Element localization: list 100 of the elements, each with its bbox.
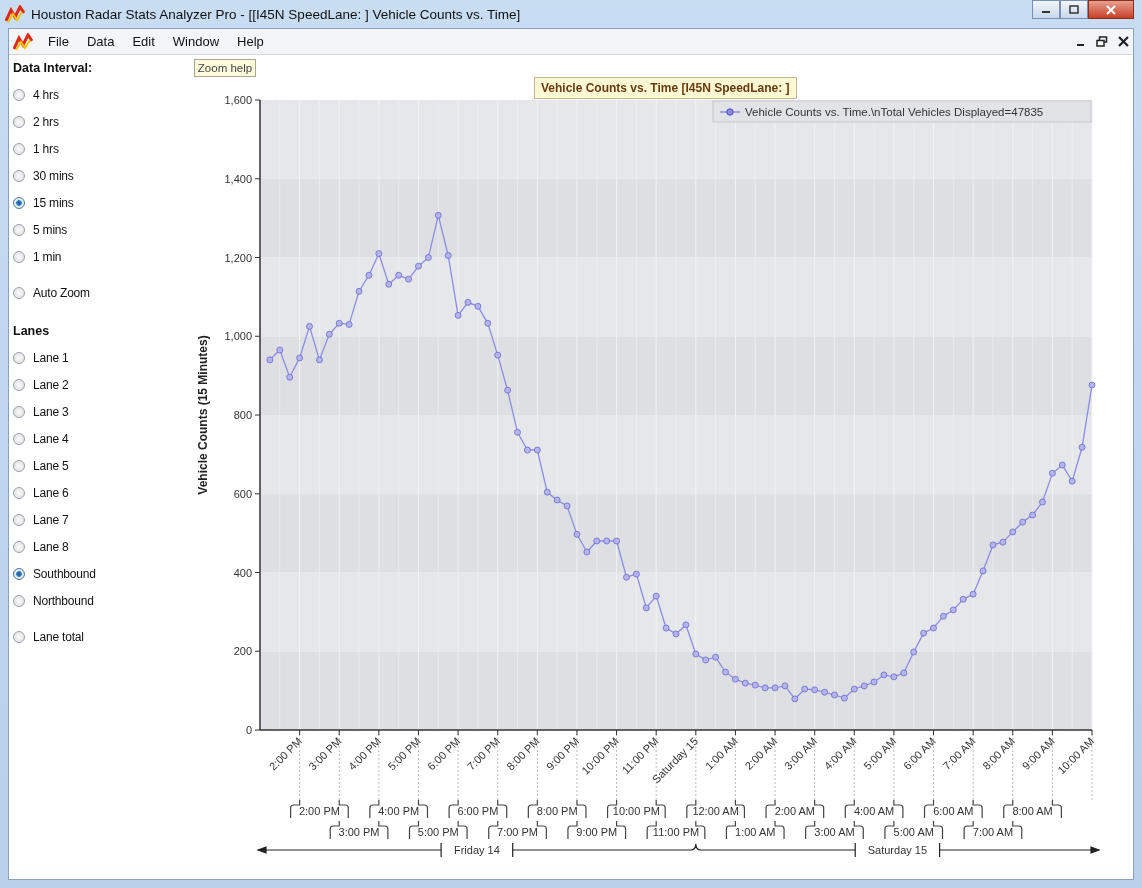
radio-label[interactable]: 2 hrs — [33, 114, 59, 129]
bracket-mark — [1003, 799, 1062, 819]
data-point — [375, 250, 383, 257]
radio-button[interactable] — [13, 142, 25, 155]
data-point — [524, 446, 531, 454]
data-point — [712, 653, 719, 661]
day-label: Friday 14 — [454, 844, 500, 856]
maximize-button[interactable] — [1060, 0, 1088, 19]
radio-label[interactable]: Lane 6 — [33, 485, 69, 500]
bracket-mark — [686, 799, 746, 819]
bracket-mark — [765, 799, 825, 819]
data-point — [771, 684, 779, 692]
y-tick-label: 1,400 — [224, 172, 252, 185]
bracket-time-label: 7:00 AM — [972, 826, 1014, 838]
data-point — [385, 280, 393, 288]
radio-button[interactable] — [13, 405, 25, 418]
x-tick-label: 8:00 PM — [504, 734, 542, 773]
radio-label[interactable]: Lane 8 — [33, 539, 69, 554]
legend-label: Vehicle Counts vs. Time.\nTotal Vehicles Displayed=47835 — [745, 106, 1044, 118]
window-title: Houston Radar Stats Analyzer Pro - [[I45N SpeedLane: ] Vehicle Counts vs. Time] — [31, 6, 521, 22]
radio-button[interactable] — [13, 486, 25, 499]
radio-button[interactable] — [13, 540, 25, 553]
radio-button[interactable] — [13, 351, 25, 364]
radio-button[interactable] — [13, 513, 25, 526]
minimize-button[interactable] — [1032, 0, 1060, 19]
legend-line-icon — [719, 108, 741, 116]
bracket-time-label: 4:00 PM — [378, 805, 420, 817]
radio-label[interactable]: Auto Zoom — [33, 285, 90, 300]
menu-item[interactable]: Help — [228, 32, 273, 51]
x-tick-label: 4:00 PM — [345, 734, 384, 773]
radio-button[interactable] — [13, 169, 25, 182]
data-point — [989, 541, 997, 549]
section-heading: Lanes — [13, 324, 51, 338]
radio-label[interactable]: 30 mins — [33, 168, 74, 183]
bracket-mark — [805, 820, 864, 840]
y-axis-title: Vehicle Counts (15 Minutes) — [196, 335, 210, 495]
bracket-mark — [963, 820, 1023, 840]
radio-button[interactable] — [13, 459, 25, 472]
data-point — [325, 330, 333, 338]
tooltip: Zoom help — [194, 59, 256, 77]
y-tick-label: 400 — [233, 566, 252, 579]
radio-button[interactable] — [13, 115, 25, 128]
bracket-mark — [884, 820, 944, 840]
menu-item[interactable]: File — [39, 32, 78, 51]
radio-label[interactable]: Southbound — [33, 566, 96, 581]
data-point — [425, 254, 432, 261]
bracket-time-label: 1:00 AM — [735, 826, 776, 838]
data-point — [1088, 381, 1096, 389]
data-point — [920, 629, 927, 637]
radio-label[interactable]: 1 hrs — [33, 141, 59, 156]
bracket-time-label: 2:00 PM — [298, 805, 340, 817]
radio-label[interactable]: Lane total — [33, 629, 84, 644]
radio-label[interactable]: Lane 3 — [33, 404, 69, 419]
radio-label[interactable]: Lane 4 — [33, 431, 69, 446]
bracket-time-label: 11:00 PM — [652, 826, 700, 838]
radio-button[interactable] — [13, 630, 25, 643]
data-point — [860, 682, 868, 690]
radio-label[interactable]: Lane 5 — [33, 458, 69, 473]
x-tick-label: 7:00 PM — [464, 734, 503, 773]
radio-label[interactable]: Lane 2 — [33, 377, 69, 392]
zigzag-logo-icon — [5, 5, 25, 23]
radio-label[interactable]: 5 mins — [33, 222, 68, 237]
data-point — [593, 537, 601, 545]
data-point — [345, 321, 353, 328]
data-point — [464, 299, 472, 306]
data-point — [583, 548, 591, 556]
data-point — [821, 688, 828, 696]
radio-button[interactable] — [13, 196, 25, 209]
radio-label[interactable]: 4 hrs — [33, 87, 59, 102]
data-point — [940, 612, 947, 620]
close-icon[interactable] — [1118, 36, 1129, 47]
bracket-time-label: 3:00 AM — [814, 826, 855, 838]
menu-item[interactable]: Data — [77, 32, 124, 51]
radio-button[interactable] — [13, 223, 25, 236]
radio-button[interactable] — [13, 567, 25, 580]
data-point — [335, 319, 343, 327]
radio-button[interactable] — [13, 594, 25, 607]
radio-button[interactable] — [13, 88, 25, 101]
restore-icon[interactable] — [1096, 36, 1108, 47]
menu-item[interactable]: Window — [163, 32, 229, 51]
bracket-mark — [725, 820, 785, 840]
radio-button[interactable] — [13, 378, 25, 391]
radio-button[interactable] — [13, 250, 25, 263]
data-point — [613, 537, 620, 545]
bracket-time-label: 8:00 PM — [536, 805, 578, 817]
bracket-mark — [369, 799, 429, 819]
radio-label[interactable]: Northbound — [33, 593, 94, 608]
close-button[interactable] — [1088, 0, 1134, 19]
radio-label[interactable]: 1 min — [33, 249, 62, 264]
radio-label[interactable]: 15 mins — [33, 195, 74, 210]
radio-button[interactable] — [13, 286, 25, 299]
menu-item[interactable]: Edit — [123, 32, 164, 51]
data-point — [454, 312, 462, 319]
data-point — [573, 530, 581, 538]
radio-button[interactable] — [13, 432, 25, 445]
radio-label[interactable]: Lane 1 — [33, 350, 69, 365]
data-point — [1068, 477, 1076, 485]
data-point — [1078, 443, 1086, 451]
data-point — [306, 323, 313, 330]
radio-label[interactable]: Lane 7 — [33, 512, 69, 527]
